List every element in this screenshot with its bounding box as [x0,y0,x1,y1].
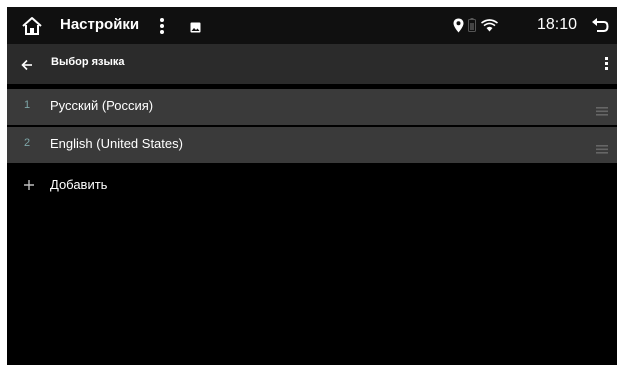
add-language-label: Добавить [50,177,108,192]
toolbar: Выбор языка [7,44,617,84]
clock-time: 18:10 [537,16,578,33]
location-icon [453,18,464,33]
drag-handle-icon[interactable] [596,103,608,116]
image-icon [190,20,201,33]
app-title: Настройки [60,16,140,33]
drag-handle-icon[interactable] [596,141,608,154]
add-language-button[interactable]: Добавить [7,167,617,205]
status-bar: Настройки 18:10 [7,7,617,44]
language-item[interactable]: 1 Русский (Россия) [7,89,617,125]
wifi-icon [481,19,498,32]
language-index: 1 [24,99,31,111]
battery-icon [468,18,476,32]
language-item[interactable]: 2 English (United States) [7,127,617,163]
arrow-back-icon[interactable] [21,58,33,71]
back-icon[interactable] [591,17,609,33]
language-label: English (United States) [50,136,183,151]
home-icon[interactable] [21,16,43,36]
more-vert-icon[interactable] [605,57,608,70]
language-label: Русский (Россия) [50,98,154,113]
page-title: Выбор языка [51,56,125,68]
plus-icon [23,178,35,190]
language-index: 2 [24,137,31,149]
more-vert-icon[interactable] [159,17,165,35]
android-screen: Настройки 18:10 Выбор языка 1 Русский (Р… [7,7,617,365]
